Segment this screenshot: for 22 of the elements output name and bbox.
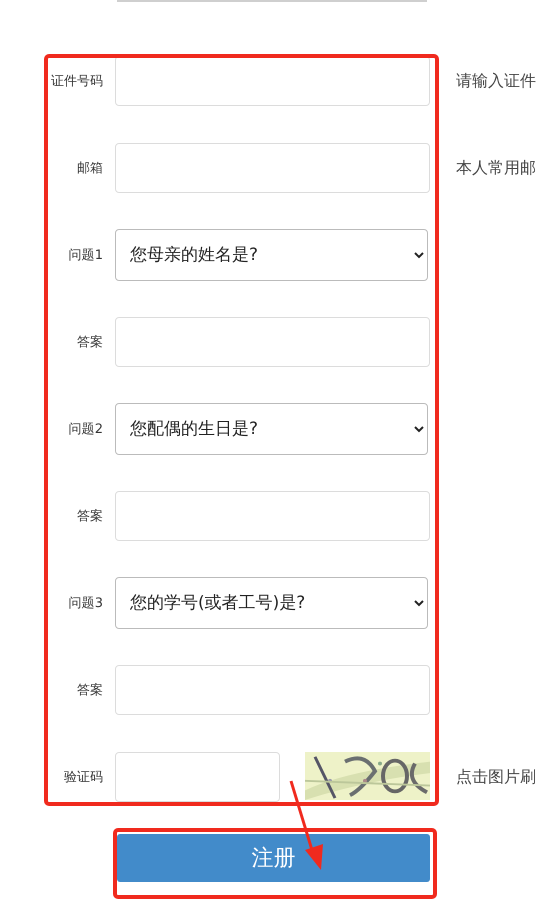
question-dropdown[interactable]: 您配偶的生日是? (115, 403, 428, 455)
input-field[interactable] (115, 143, 430, 193)
field-label: 证件号码 (50, 73, 103, 90)
field-label: 验证码 (63, 769, 103, 786)
field-label: 问题1 (68, 247, 103, 264)
field-label: 邮箱 (76, 160, 103, 177)
field-label: 答案 (76, 682, 103, 699)
input-field[interactable] (115, 56, 430, 106)
register-button[interactable]: 注册 (117, 834, 430, 882)
hint-text: 请输入证件 (456, 70, 536, 92)
input-field[interactable] (115, 317, 430, 367)
field-label: 答案 (76, 508, 103, 525)
field-label: 答案 (76, 334, 103, 351)
field-label: 问题2 (68, 421, 103, 438)
hint-text: 点击图片刷 (456, 766, 536, 788)
question-dropdown[interactable]: 您的学号(或者工号)是? (115, 577, 428, 629)
captcha-field[interactable] (115, 752, 280, 802)
input-field[interactable] (115, 665, 430, 715)
question-dropdown[interactable]: 您母亲的姓名是? (115, 229, 428, 281)
hint-text: 本人常用邮 (456, 158, 536, 178)
input-field[interactable] (115, 491, 430, 541)
field-label: 问题3 (68, 595, 103, 612)
